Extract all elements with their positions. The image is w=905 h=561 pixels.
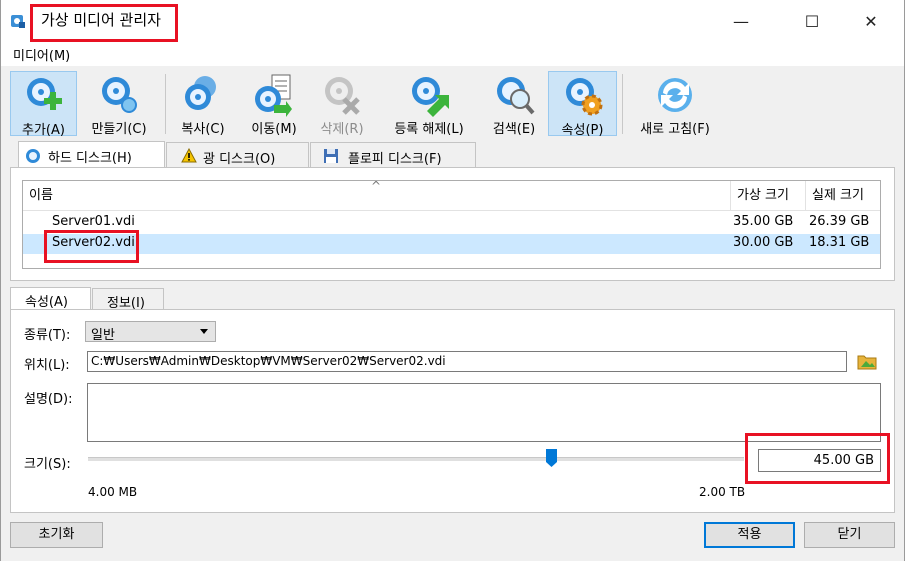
- type-dropdown-value: 일반: [91, 328, 115, 343]
- reset-button[interactable]: 초기화: [10, 522, 103, 548]
- properties-button-label: 속성(P): [561, 123, 604, 138]
- add-disk-icon: [26, 78, 62, 110]
- location-label: 위치(L):: [24, 358, 70, 373]
- column-name[interactable]: 이름: [23, 181, 730, 211]
- release-button[interactable]: 등록 해제(L): [381, 71, 477, 137]
- tab-optical-disk[interactable]: 광 디스크(O): [166, 142, 309, 168]
- toolbar-separator: [622, 74, 623, 134]
- menu-media[interactable]: 미디어(M): [13, 45, 70, 64]
- table-header: ^ 이름 가상 크기 실제 크기: [23, 179, 880, 211]
- refresh-button-label: 새로 고침(F): [640, 122, 710, 137]
- app-icon: [11, 15, 25, 28]
- maximize-button[interactable]: ☐: [789, 0, 835, 42]
- toolbar-separator: [165, 74, 166, 134]
- move-disk-icon: [255, 74, 292, 117]
- column-virtual-size[interactable]: 가상 크기: [730, 181, 805, 211]
- search-button-label: 검색(E): [492, 122, 536, 137]
- remove-button-label: 삭제(R): [320, 122, 364, 137]
- copy-button-label: 복사(C): [181, 122, 225, 137]
- media-table: ^ 이름 가상 크기 실제 크기 Server01.vdi 35.00 GB 2…: [22, 179, 881, 269]
- gear-icon: [565, 78, 602, 116]
- row-actual-size: 18.31 GB: [809, 235, 870, 250]
- selected-row-highlight-box: [44, 230, 139, 263]
- chevron-down-icon: [200, 329, 208, 334]
- search-button[interactable]: 검색(E): [484, 71, 544, 137]
- move-button[interactable]: 이동(M): [243, 71, 305, 137]
- size-slider-thumb[interactable]: [546, 449, 557, 467]
- move-button-label: 이동(M): [251, 122, 297, 137]
- close-window-button[interactable]: ✕: [848, 0, 894, 42]
- location-field-value: C:₩Users₩Admin₩Desktop₩VM₩Server02₩Serve…: [91, 354, 446, 368]
- size-highlight-box: [745, 433, 890, 484]
- menu-bar: 미디어(M): [1, 42, 904, 66]
- refresh-button[interactable]: 새로 고침(F): [629, 71, 721, 137]
- add-button[interactable]: 추가(A): [10, 71, 77, 138]
- apply-button[interactable]: 적용: [704, 522, 795, 548]
- release-disk-icon: [412, 77, 449, 117]
- remove-disk-icon: [325, 77, 360, 115]
- description-label: 설명(D):: [24, 392, 73, 407]
- add-button-label: 추가(A): [22, 123, 65, 138]
- hard-disk-icon: [26, 149, 40, 163]
- copy-button[interactable]: 복사(C): [172, 71, 234, 137]
- size-label: 크기(S):: [24, 457, 71, 472]
- toolbar: 추가(A) 만들기(C) 복사(C) 이동(M) 삭제(R) 등록 해제(L) …: [1, 66, 904, 138]
- table-row[interactable]: Server01.vdi 35.00 GB 26.39 GB: [23, 213, 880, 233]
- remove-button[interactable]: 삭제(R): [311, 71, 373, 137]
- table-row-selected[interactable]: Server02.vdi 30.00 GB 18.31 GB: [23, 234, 880, 254]
- properties-button[interactable]: 속성(P): [548, 71, 617, 138]
- close-button[interactable]: 닫기: [804, 522, 895, 548]
- size-slider-track[interactable]: [88, 457, 744, 461]
- tab-hard-disk[interactable]: 하드 디스크(H): [18, 141, 165, 169]
- type-label: 종류(T):: [24, 328, 71, 343]
- release-button-label: 등록 해제(L): [394, 122, 464, 137]
- tab-optical-disk-label: 광 디스크(O): [203, 152, 276, 167]
- row-virtual-size: 30.00 GB: [733, 235, 794, 250]
- folder-icon[interactable]: [857, 351, 877, 371]
- row-virtual-size: 35.00 GB: [733, 214, 794, 229]
- tab-information[interactable]: 정보(I): [92, 288, 164, 311]
- virtual-media-manager-window: 가상 미디어 관리자 — ☐ ✕ 미디어(M) 추가(A) 만들기(C) 복사(…: [0, 0, 905, 561]
- tab-attributes-label: 속성(A): [25, 295, 68, 310]
- location-field[interactable]: C:₩Users₩Admin₩Desktop₩VM₩Server02₩Serve…: [87, 351, 847, 372]
- search-icon: [497, 77, 535, 115]
- tab-hard-disk-label: 하드 디스크(H): [48, 151, 132, 166]
- tab-attributes[interactable]: 속성(A): [10, 287, 91, 311]
- copy-disk-icon: [185, 76, 216, 110]
- slider-min-label: 4.00 MB: [88, 485, 138, 499]
- warning-icon: [181, 148, 197, 163]
- create-disk-icon: [102, 77, 137, 113]
- row-actual-size: 26.39 GB: [809, 214, 870, 229]
- refresh-icon: [658, 78, 692, 112]
- type-dropdown[interactable]: 일반: [85, 321, 216, 343]
- row-name: Server01.vdi: [52, 214, 135, 229]
- title-highlight-box: [30, 4, 178, 42]
- create-button-label: 만들기(C): [91, 122, 147, 137]
- floppy-disk-icon: [324, 149, 338, 163]
- tab-floppy-disk[interactable]: 플로피 디스크(F): [310, 142, 476, 168]
- tab-floppy-disk-label: 플로피 디스크(F): [348, 152, 442, 167]
- slider-max-label: 2.00 TB: [699, 485, 746, 499]
- create-button[interactable]: 만들기(C): [81, 71, 157, 137]
- minimize-button[interactable]: —: [718, 0, 764, 42]
- column-actual-size[interactable]: 실제 크기: [805, 181, 880, 211]
